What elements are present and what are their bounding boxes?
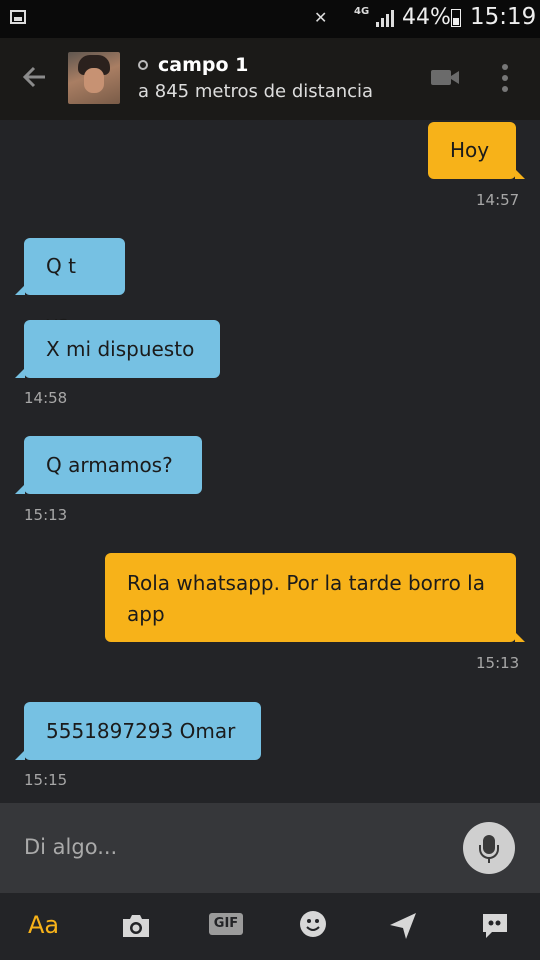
network-type: 4G: [354, 6, 370, 17]
gif-icon[interactable]: GIF: [209, 905, 243, 945]
message-toolbar: Aa GIF: [0, 893, 540, 960]
message-composer: Di algo...: [0, 803, 540, 893]
contact-distance: a 845 metros de distancia: [138, 81, 374, 102]
image-notification-icon: [10, 10, 26, 24]
signal-icon: [376, 10, 394, 27]
back-arrow-icon[interactable]: [20, 62, 50, 92]
message-timestamp: 14:57: [476, 191, 520, 209]
message-bubble-incoming[interactable]: 5551897293 Omar: [15, 702, 261, 760]
mute-icon: ✕: [314, 8, 328, 27]
contact-avatar[interactable]: [68, 52, 120, 104]
text-format-button[interactable]: Aa: [28, 905, 64, 945]
microphone-button[interactable]: [463, 822, 515, 874]
message-bubble-outgoing[interactable]: Rola whatsapp. Por la tarde borro la app: [105, 553, 525, 642]
message-bubble-incoming[interactable]: X mi dispuesto: [15, 320, 220, 378]
message-bubble-outgoing[interactable]: Hoy: [428, 122, 525, 179]
gif-label: GIF: [209, 913, 243, 935]
message-timestamp: 15:13: [24, 506, 68, 524]
online-status-icon: [138, 60, 148, 70]
saved-phrases-icon[interactable]: [481, 905, 509, 945]
send-location-icon[interactable]: [388, 905, 418, 945]
camera-icon[interactable]: [119, 905, 153, 945]
battery-icon: [451, 9, 461, 27]
status-time: 15:19: [470, 4, 537, 30]
message-timestamp: 14:58: [24, 389, 68, 407]
chat-header: campo 1 a 845 metros de distancia: [0, 38, 540, 120]
emoji-icon[interactable]: [298, 905, 328, 945]
status-bar: ✕ 4G 44% 15:19: [0, 0, 540, 38]
more-options-icon[interactable]: [502, 64, 508, 92]
message-bubble-incoming[interactable]: Q armamos?: [15, 436, 202, 494]
message-bubble-incoming[interactable]: Q t va: [15, 238, 125, 335]
message-timestamp: 15:15: [24, 771, 68, 789]
message-input[interactable]: Di algo...: [24, 835, 117, 859]
contact-name[interactable]: campo 1: [158, 54, 248, 76]
message-timestamp: 15:13: [476, 654, 520, 672]
battery-percentage: 44%: [402, 5, 451, 30]
video-call-icon[interactable]: [430, 67, 460, 87]
